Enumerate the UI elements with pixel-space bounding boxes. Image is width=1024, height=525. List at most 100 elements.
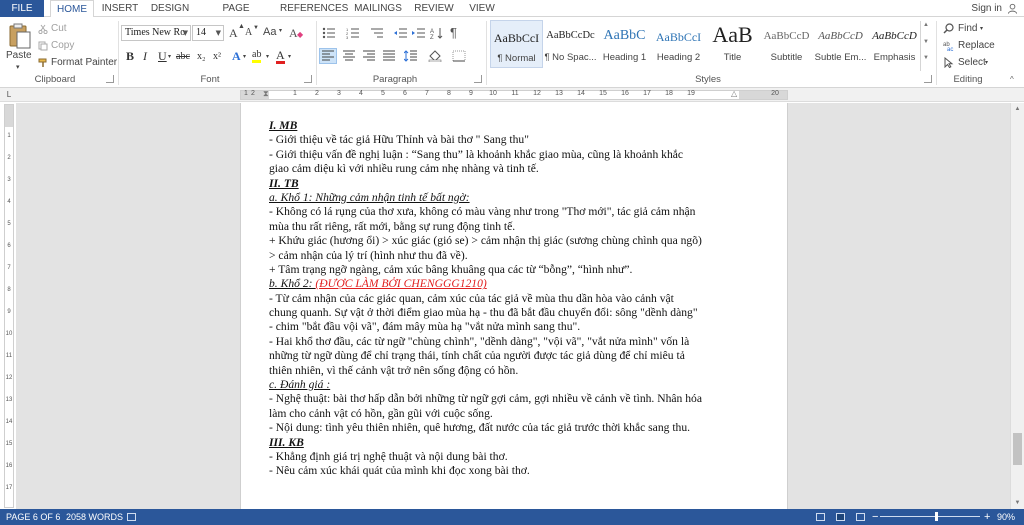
document-line[interactable]: - Từ cảm nhận của các giác quan, cảm xúc… (269, 292, 741, 306)
right-indent-marker-icon[interactable]: △ (731, 89, 737, 98)
document-line[interactable]: - Giới thiệu về tác giả Hữu Thỉnh và bài… (269, 133, 741, 147)
change-case-button[interactable]: Aa (263, 26, 276, 38)
find-icon[interactable] (943, 23, 954, 34)
page-count[interactable]: PAGE 6 OF 6 (6, 509, 60, 525)
replace-button[interactable]: Replace (958, 40, 995, 51)
find-button[interactable]: Find (958, 23, 977, 34)
chevron-down-icon[interactable]: ▾ (243, 53, 246, 60)
style-title[interactable]: AaB Title (706, 20, 759, 68)
document-line[interactable]: - Nghệ thuật: bài thơ hấp dẫn bởi những … (269, 392, 741, 406)
font-launcher-icon[interactable] (304, 75, 312, 83)
chevron-down-icon[interactable]: ▾ (266, 53, 269, 60)
justify-icon[interactable] (382, 50, 396, 62)
zoom-slider[interactable] (880, 516, 980, 517)
paste-button[interactable]: Paste (6, 50, 32, 61)
scroll-up-icon[interactable]: ▲ (1011, 103, 1024, 115)
multilevel-icon[interactable] (370, 27, 384, 39)
read-mode-icon[interactable] (816, 513, 825, 521)
line-spacing-icon[interactable] (404, 50, 418, 62)
document-line[interactable]: > cảm nhận của lý trí (hình như thu đã v… (269, 249, 741, 263)
style-heading-1[interactable]: AaBbC Heading 1 (598, 20, 651, 68)
cut-icon[interactable] (38, 24, 48, 34)
document-line[interactable]: + Khứu giác (hương ổi) > xúc giác (gió s… (269, 234, 741, 248)
select-button[interactable]: Select (958, 57, 986, 68)
zoom-level[interactable]: 90% (997, 509, 1015, 525)
web-layout-icon[interactable] (856, 513, 865, 521)
document-line[interactable]: - Không có lá rụng của thơ xưa, không có… (269, 205, 741, 219)
style-subtitle[interactable]: AaBbCcD Subtitle (760, 20, 813, 68)
italic-button[interactable]: I (143, 49, 147, 64)
document-page[interactable]: I. MB - Giới thiệu về tác giả Hữu Thỉnh v… (240, 103, 788, 509)
tab-page-layout[interactable]: PAGE LAYOUT (202, 0, 270, 31)
chevron-down-icon[interactable]: ▾ (980, 25, 983, 32)
tab-design[interactable]: DESIGN (148, 0, 192, 17)
document-line[interactable]: làm cho cảnh vật có hồn, gần gũi với cuộ… (269, 407, 741, 421)
horizontal-ruler[interactable]: ⧗ △ 1 2 1 2 3 4 5 6 7 8 9 10 11 12 13 14… (240, 89, 788, 100)
document-line[interactable]: c. Đánh giá : (269, 378, 741, 392)
format-painter-button[interactable]: Format Painter (51, 57, 117, 68)
select-icon[interactable] (943, 57, 954, 68)
print-layout-icon[interactable] (836, 513, 845, 521)
document-line[interactable]: mùa thu rất riêng, rất mới, bằng sự rung… (269, 220, 741, 234)
decrease-indent-icon[interactable] (394, 27, 408, 39)
strikethrough-button[interactable]: abc (176, 51, 190, 62)
indent-marker-icon[interactable]: ⧗ (263, 89, 269, 99)
chevron-down-icon[interactable]: ▼ (923, 39, 929, 45)
style-no-spacing[interactable]: AaBbCcDc ¶ No Spac... (544, 20, 597, 68)
tab-insert[interactable]: INSERT (100, 0, 140, 17)
shading-icon[interactable] (428, 50, 442, 62)
zoom-out-button[interactable]: − (872, 509, 878, 525)
word-count[interactable]: 2058 WORDS (66, 509, 123, 525)
paragraph-launcher-icon[interactable] (474, 75, 482, 83)
font-color-button[interactable]: A (276, 49, 285, 64)
style-emphasis[interactable]: AaBbCcD Emphasis (868, 20, 921, 68)
zoom-in-button[interactable]: + (984, 509, 990, 525)
tab-home[interactable]: HOME (50, 0, 94, 18)
style-subtle-emphasis[interactable]: AaBbCcD Subtle Em... (814, 20, 867, 68)
bullets-icon[interactable] (322, 27, 336, 39)
document-line[interactable]: - Nội dung: tình yêu thiên nhiên, quê hư… (269, 421, 741, 435)
style-heading-2[interactable]: AaBbCcI Heading 2 (652, 20, 705, 68)
document-line[interactable]: - Giới thiệu vấn đề nghị luận : “Sang th… (269, 148, 741, 162)
grow-font-button[interactable]: A (229, 26, 238, 41)
proofing-icon[interactable] (127, 513, 136, 521)
clipboard-launcher-icon[interactable] (106, 75, 114, 83)
document-workspace[interactable]: I. MB - Giới thiệu về tác giả Hữu Thỉnh v… (16, 103, 1010, 509)
bold-button[interactable]: B (126, 49, 134, 64)
tab-references[interactable]: REFERENCES (280, 0, 348, 17)
document-line[interactable]: những từ ngữ dùng để chỉ trạng thái, tín… (269, 349, 741, 363)
increase-indent-icon[interactable] (412, 27, 426, 39)
document-line[interactable]: I. MB (269, 119, 741, 133)
copy-icon[interactable] (38, 41, 48, 51)
tab-file[interactable]: FILE (0, 0, 44, 17)
sign-in-link[interactable]: Sign in (971, 0, 1002, 17)
chevron-down-icon[interactable]: ▾ (168, 53, 171, 60)
style-normal[interactable]: AaBbCcI ¶ Normal (490, 20, 543, 68)
tab-selector-icon[interactable]: L (4, 90, 14, 100)
document-line[interactable]: - Khẳng định giá trị nghệ thuật và nội d… (269, 450, 741, 464)
vertical-ruler[interactable]: 1 2 3 4 5 6 7 8 9 10 11 12 13 14 15 16 1… (4, 104, 14, 508)
document-line[interactable]: - chim "bắt đầu vội vã", đám mây mùa hạ … (269, 320, 741, 334)
zoom-slider-thumb[interactable] (935, 512, 938, 521)
numbering-icon[interactable]: 123 (346, 27, 360, 39)
highlight-button[interactable]: ab (252, 49, 262, 63)
copy-button[interactable]: Copy (51, 40, 74, 51)
document-line[interactable]: a. Khổ 1: Những cảm nhận tinh tế bất ngờ… (269, 191, 741, 205)
more-styles-icon[interactable]: ▼ (923, 55, 929, 61)
document-line[interactable]: thiên nhiên, vì thế cảnh vật trở nên sốn… (269, 364, 741, 378)
underline-button[interactable]: U (158, 49, 167, 64)
format-painter-icon[interactable] (38, 58, 48, 68)
document-line[interactable]: b. Khổ 2: (ĐƯỢC LÀM BỞI CHENGGG1210) (269, 277, 741, 291)
tab-review[interactable]: REVIEW (412, 0, 456, 17)
scroll-down-icon[interactable]: ▼ (1011, 497, 1024, 509)
tab-mailings[interactable]: MAILINGS (352, 0, 404, 17)
paste-icon[interactable] (8, 23, 32, 49)
font-name-combo[interactable]: Times New Ro ▼ (121, 25, 191, 41)
text-effects-button[interactable]: A (232, 49, 241, 64)
document-line[interactable]: III. KB (269, 436, 741, 450)
document-line[interactable]: giao cảm diệu kì với nhiều rung cảm nhẹ … (269, 162, 741, 176)
document-line[interactable]: - Hai khổ thơ đầu, các từ ngữ "chùng chì… (269, 335, 741, 349)
replace-icon[interactable]: abac (943, 40, 955, 51)
document-line[interactable]: + Tâm trạng ngỡ ngàng, cảm xúc bâng khuâ… (269, 263, 741, 277)
document-line[interactable]: II. TB (269, 177, 741, 191)
